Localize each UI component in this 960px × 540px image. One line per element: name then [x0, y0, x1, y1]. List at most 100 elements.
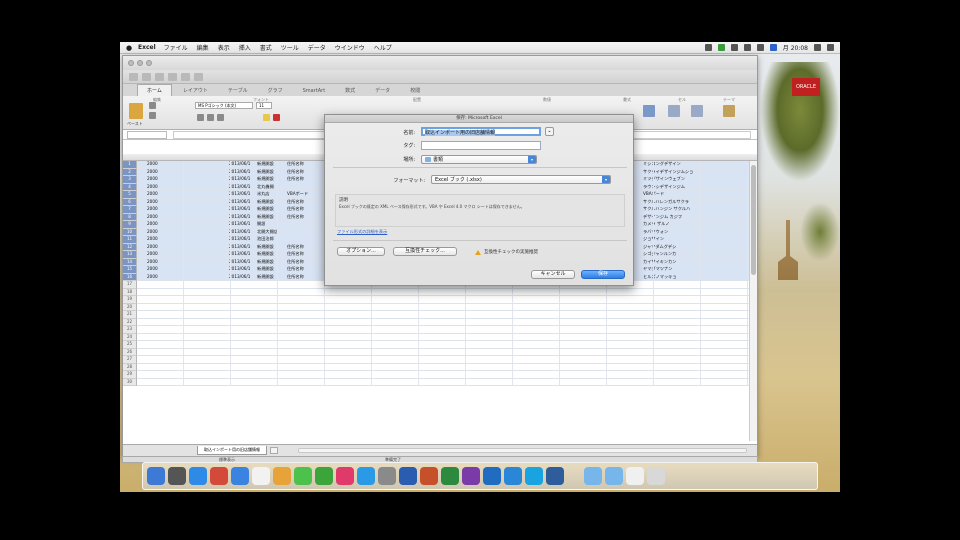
paste-icon[interactable] [129, 103, 143, 119]
row-header[interactable]: 4 [123, 183, 137, 191]
cell[interactable]: 住所名称 [287, 266, 304, 273]
cell[interactable]: 2000 [147, 199, 158, 206]
cancel-button[interactable]: キャンセル [531, 270, 575, 279]
cell[interactable]: 住所名称 [287, 244, 304, 251]
scroll-thumb[interactable] [751, 165, 756, 275]
cell[interactable]: 2000 [147, 274, 158, 281]
photos-icon[interactable] [273, 467, 291, 485]
menu-app-name[interactable]: Excel [138, 44, 156, 51]
row-header[interactable]: 17 [123, 281, 137, 289]
facetime-icon[interactable] [315, 467, 333, 485]
table-row[interactable] [137, 341, 757, 349]
menu-insert[interactable]: 挿入 [239, 43, 251, 52]
underline-icon[interactable] [217, 114, 224, 121]
cell[interactable]: VBAボード [643, 191, 664, 198]
row-header[interactable]: 1 [123, 161, 137, 169]
bold-icon[interactable] [197, 114, 204, 121]
cell[interactable]: 2013/06/1 [229, 191, 250, 198]
cell[interactable]: 2013/06/1 [229, 259, 250, 266]
font-name-select[interactable]: MS Pゴシック (本文) [195, 102, 253, 109]
cell[interactable]: 2000 [147, 176, 158, 183]
safari-icon[interactable] [189, 467, 207, 485]
cell[interactable]: ジャマダムグデシ [643, 244, 676, 251]
status-icon[interactable] [704, 44, 712, 51]
cell[interactable]: 2013/06/1 [229, 199, 250, 206]
tab-layout[interactable]: レイアウト [174, 85, 217, 96]
menu-tools[interactable]: ツール [281, 43, 299, 52]
save-button[interactable]: 保存 [581, 270, 625, 279]
undo-icon[interactable] [181, 72, 190, 81]
cell[interactable]: 新規開設 [257, 214, 274, 221]
cell[interactable]: 住所名称 [287, 259, 304, 266]
word-icon[interactable] [399, 467, 417, 485]
folder-icon[interactable] [584, 467, 602, 485]
new-doc-icon[interactable] [129, 72, 138, 81]
menu-edit[interactable]: 編集 [197, 43, 209, 52]
cell[interactable]: ラウンシデザインジム [643, 184, 685, 191]
table-row[interactable] [137, 333, 757, 341]
minimize-window-button[interactable] [137, 60, 143, 66]
battery-icon[interactable] [756, 44, 764, 51]
cell[interactable]: 2013/06/1 [229, 206, 250, 213]
cell[interactable]: 新規開設 [257, 169, 274, 176]
cell[interactable]: 2013/06/1 [229, 169, 250, 176]
format-details-link[interactable]: ファイル形式の詳細を表示 [337, 229, 387, 235]
menu-help[interactable]: ヘルプ [374, 43, 392, 52]
cell[interactable]: 2013/06/1 [229, 184, 250, 191]
cell[interactable]: 新規開設 [257, 274, 274, 281]
cell[interactable]: 2000 [147, 266, 158, 273]
name-box[interactable] [127, 130, 167, 139]
table-row[interactable] [137, 363, 757, 371]
horizontal-scrollbar[interactable] [298, 448, 747, 453]
doc-icon[interactable] [626, 467, 644, 485]
cell[interactable]: 2013/06/1 [229, 236, 250, 243]
cell[interactable]: 住所名称 [287, 274, 304, 281]
finder-icon[interactable] [147, 467, 165, 485]
copy-icon[interactable] [149, 112, 156, 119]
spotlight-icon[interactable] [814, 44, 821, 51]
cell[interactable]: 新規開設 [257, 161, 274, 168]
cell[interactable]: 2000 [147, 236, 158, 243]
row-header[interactable]: 21 [123, 311, 137, 319]
options-button[interactable]: オプション... [337, 247, 385, 256]
tab-chart[interactable]: グラフ [259, 85, 292, 96]
outlook-icon[interactable] [483, 467, 501, 485]
cell[interactable]: サクルハンジン サクルハ [643, 206, 690, 213]
cell[interactable]: 2000 [147, 169, 158, 176]
cell[interactable]: 米丸店 [257, 191, 270, 198]
cell[interactable]: 開設 [257, 221, 265, 228]
table-row[interactable] [137, 326, 757, 334]
calendar-icon[interactable] [252, 467, 270, 485]
notification-icon[interactable] [827, 44, 834, 51]
cell[interactable]: カイサイキンカン [643, 259, 676, 266]
row-header[interactable]: 13 [123, 251, 137, 259]
clock[interactable]: 月 20:08 [783, 43, 808, 52]
vertical-scrollbar[interactable] [749, 161, 757, 441]
table-row[interactable] [137, 356, 757, 364]
row-headers[interactable]: 1 2 3 4 5 6 7 8 9 10 11 12 13 14 15 16 17 18 19 20 21 22 23 24 2… [123, 161, 137, 386]
oracle-badge[interactable]: ORACLE [792, 78, 820, 96]
cell[interactable]: 2000 [147, 214, 158, 221]
zoom-window-button[interactable] [146, 60, 152, 66]
cell[interactable]: 2000 [147, 221, 158, 228]
cell[interactable]: ヤマダマツナン [643, 266, 672, 273]
table-row[interactable] [137, 296, 757, 304]
skype-icon[interactable] [525, 467, 543, 485]
insert-cells-icon[interactable] [668, 105, 680, 117]
messages-icon[interactable] [294, 467, 312, 485]
tab-review[interactable]: 校閲 [401, 85, 429, 96]
cell[interactable]: 新規開設 [257, 251, 274, 258]
row-header[interactable]: 30 [123, 378, 137, 386]
cell[interactable]: 新規開設 [257, 206, 274, 213]
tab-smartart[interactable]: SmartArt [294, 86, 335, 96]
tab-data[interactable]: データ [366, 85, 399, 96]
launchpad-icon[interactable] [168, 467, 186, 485]
font-size-select[interactable]: 11 [256, 102, 272, 109]
cell[interactable]: 2013/06/1 [229, 214, 250, 221]
open-icon[interactable] [142, 72, 151, 81]
row-header[interactable]: 29 [123, 371, 137, 379]
format-select[interactable]: Excel ブック (.xlsx) ▾ [431, 175, 611, 184]
chrome-icon[interactable] [210, 467, 228, 485]
fill-color-icon[interactable] [263, 114, 270, 121]
menu-data[interactable]: データ [308, 43, 326, 52]
